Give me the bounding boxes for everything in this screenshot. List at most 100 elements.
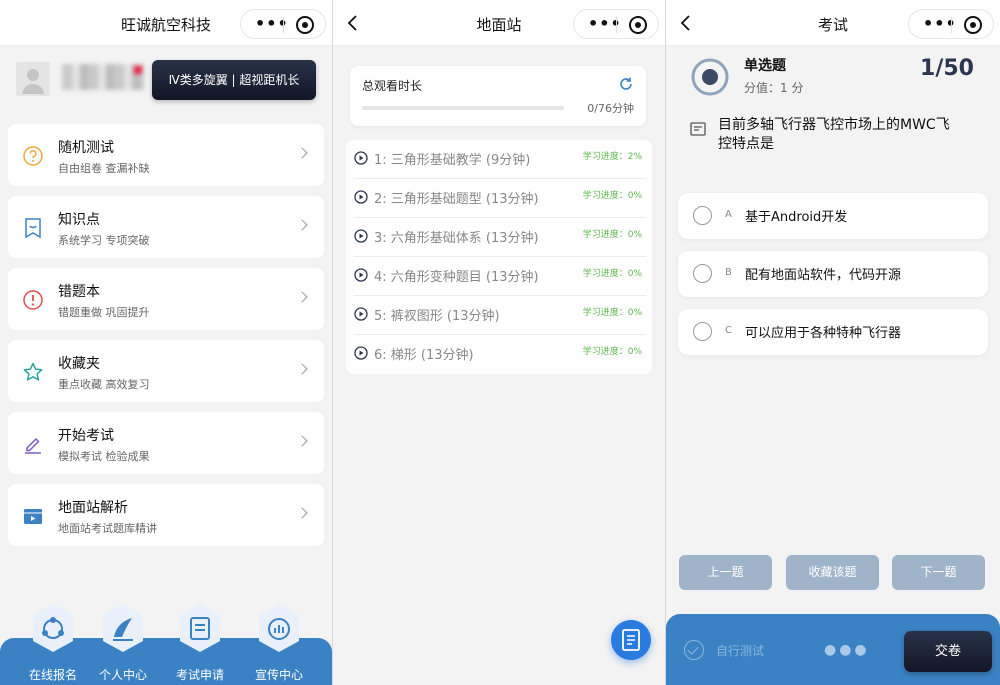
exam-navbar: 考试 •••	[666, 0, 1000, 46]
lesson-name: 1: 三角形基础教学 (9分钟)	[374, 153, 531, 168]
menu-title: 开始考试	[58, 428, 114, 444]
home-navbar: 旺诚航空科技 •••	[0, 0, 332, 46]
play-circle-icon	[354, 151, 368, 165]
more-dots-icon[interactable]: ●●●	[824, 642, 870, 658]
notebook-icon	[622, 629, 640, 651]
option-c[interactable]: C 可以应用于各种特种飞行器	[678, 309, 988, 355]
mini-program-capsule[interactable]: •••	[573, 9, 659, 39]
chevron-right-icon	[296, 435, 308, 447]
option-a[interactable]: A 基于Android开发	[678, 193, 988, 239]
tab-profile[interactable]: 个人中心	[92, 602, 154, 685]
watch-time-title: 总观看时长	[362, 79, 423, 93]
video-icon	[22, 505, 44, 527]
menu-favorites[interactable]: 收藏夹 重点收藏 高效复习	[8, 340, 324, 402]
lesson-progress: 学习进度：2%	[582, 152, 642, 162]
lesson-name: 5: 裤衩图形 (13分钟)	[374, 309, 500, 324]
menu-subtitle: 自由组卷 查漏补缺	[58, 162, 150, 175]
menu-ground-station[interactable]: 地面站解析 地面站考试题库精讲	[8, 484, 324, 546]
play-circle-icon	[354, 346, 368, 360]
option-text: 基于Android开发	[745, 210, 848, 225]
menu-title: 收藏夹	[58, 356, 100, 372]
lesson-name: 2: 三角形基础题型 (13分钟)	[374, 192, 539, 207]
avatar[interactable]	[16, 62, 50, 96]
tab-exam-apply[interactable]: 考试申请	[169, 602, 231, 685]
lesson-item[interactable]: 2: 三角形基础题型 (13分钟) 学习进度：0%	[354, 179, 646, 218]
lesson-list: 1: 三角形基础教学 (9分钟) 学习进度：2% 2: 三角形基础题型 (13分…	[346, 140, 652, 374]
close-target-icon[interactable]	[296, 16, 314, 34]
lesson-item[interactable]: 1: 三角形基础教学 (9分钟) 学习进度：2%	[354, 140, 646, 179]
username-blurred	[62, 64, 144, 90]
option-text: 配有地面站软件，代码开源	[745, 268, 902, 283]
notes-fab-button[interactable]	[611, 620, 651, 660]
lesson-progress: 学习进度：0%	[582, 191, 642, 201]
lesson-name: 6: 梯形 (13分钟)	[374, 348, 474, 363]
lesson-item[interactable]: 3: 六角形基础体系 (13分钟) 学习进度：0%	[354, 218, 646, 257]
ground-station-screen: 地面站 ••• 总观看时长 0/76分钟 1: 三角形基础教学 (9分钟) 学习…	[333, 0, 665, 685]
question-text: 目前多轴飞行器飞控市场上的MWC飞控特点是	[718, 117, 950, 152]
chevron-right-icon	[296, 147, 308, 159]
menu-title: 地面站解析	[58, 500, 128, 516]
lesson-progress: 学习进度：0%	[582, 308, 642, 318]
question-counter: 1/50	[920, 56, 974, 81]
menu-subtitle: 重点收藏 高效复习	[58, 378, 150, 391]
menu-title: 错题本	[58, 284, 100, 300]
capsule-divider	[283, 17, 284, 33]
menu-subtitle: 系统学习 专项突破	[58, 234, 150, 247]
promo-button[interactable]: Ⅳ类多旋翼 | 超视距机长	[152, 60, 316, 100]
radio-button[interactable]	[693, 322, 712, 341]
check-circle-icon[interactable]	[684, 640, 704, 660]
mini-program-capsule[interactable]: •••	[908, 9, 994, 39]
lesson-progress: 学习进度：0%	[582, 230, 642, 240]
menu-wrong-questions[interactable]: 错题本 错题重做 巩固提升	[8, 268, 324, 330]
option-letter: B	[725, 267, 732, 278]
tab-promo-center[interactable]: 宣传中心	[248, 602, 310, 685]
play-circle-icon	[354, 229, 368, 243]
tab-label: 宣传中心	[254, 668, 303, 682]
lesson-item[interactable]: 6: 梯形 (13分钟) 学习进度：0%	[354, 335, 646, 374]
menu-start-exam[interactable]: 开始考试 模拟考试 检验成果	[8, 412, 324, 474]
submit-exam-button[interactable]: 交卷	[904, 631, 992, 672]
question-score: 分值：1 分	[744, 81, 804, 95]
next-question-button[interactable]: 下一题	[892, 555, 985, 590]
menu-subtitle: 错题重做 巩固提升	[58, 306, 150, 319]
refresh-icon[interactable]	[618, 76, 634, 92]
target-icon	[691, 58, 729, 96]
lesson-item[interactable]: 4: 六角形变种题目 (13分钟) 学习进度：0%	[354, 257, 646, 296]
watch-progress-bar	[362, 106, 564, 110]
radio-button[interactable]	[693, 264, 712, 283]
tab-register[interactable]: 在线报名	[22, 602, 84, 685]
option-b[interactable]: B 配有地面站软件，代码开源	[678, 251, 988, 297]
watch-time-card: 总观看时长 0/76分钟	[350, 66, 646, 126]
self-test-label[interactable]: 自行测试	[716, 642, 764, 659]
pencil-icon	[22, 433, 44, 455]
prev-question-button[interactable]: 上一题	[679, 555, 772, 590]
close-target-icon[interactable]	[629, 16, 647, 34]
question-circle-icon	[22, 145, 44, 167]
exam-screen: 考试 ••• 单选题 分值：1 分 1/50 目前多轴飞行器飞控市场上的MWC飞…	[666, 0, 1000, 685]
menu-random-test[interactable]: 随机测试 自由组卷 查漏补缺	[8, 124, 324, 186]
chevron-right-icon	[296, 219, 308, 231]
profile-icon	[103, 604, 143, 652]
chevron-right-icon	[296, 507, 308, 519]
question-type: 单选题	[744, 58, 786, 74]
question-text-icon	[690, 122, 706, 136]
menu-knowledge[interactable]: 知识点 系统学习 专项突破	[8, 196, 324, 258]
alert-circle-icon	[22, 289, 44, 311]
menu-subtitle: 地面站考试题库精讲	[58, 522, 157, 535]
chevron-right-icon	[296, 363, 308, 375]
chevron-right-icon	[296, 291, 308, 303]
station-navbar: 地面站 •••	[333, 0, 665, 46]
lesson-item[interactable]: 5: 裤衩图形 (13分钟) 学习进度：0%	[354, 296, 646, 335]
question-header: 单选题 分值：1 分 1/50	[666, 46, 1000, 106]
menu-subtitle: 模拟考试 检验成果	[58, 450, 150, 463]
close-target-icon[interactable]	[964, 16, 982, 34]
option-text: 可以应用于各种特种飞行器	[745, 326, 902, 341]
radio-button[interactable]	[693, 206, 712, 225]
play-circle-icon	[354, 307, 368, 321]
home-screen: 旺诚航空科技 ••• Ⅳ类多旋翼 | 超视距机长 随机测试 自由组卷 查漏补缺	[0, 0, 332, 685]
favorite-question-button[interactable]: 收藏该题	[786, 555, 879, 590]
bookmark-icon	[22, 217, 44, 239]
lesson-name: 3: 六角形基础体系 (13分钟)	[374, 231, 539, 246]
promo-center-icon	[259, 604, 299, 652]
mini-program-capsule[interactable]: •••	[240, 9, 326, 39]
